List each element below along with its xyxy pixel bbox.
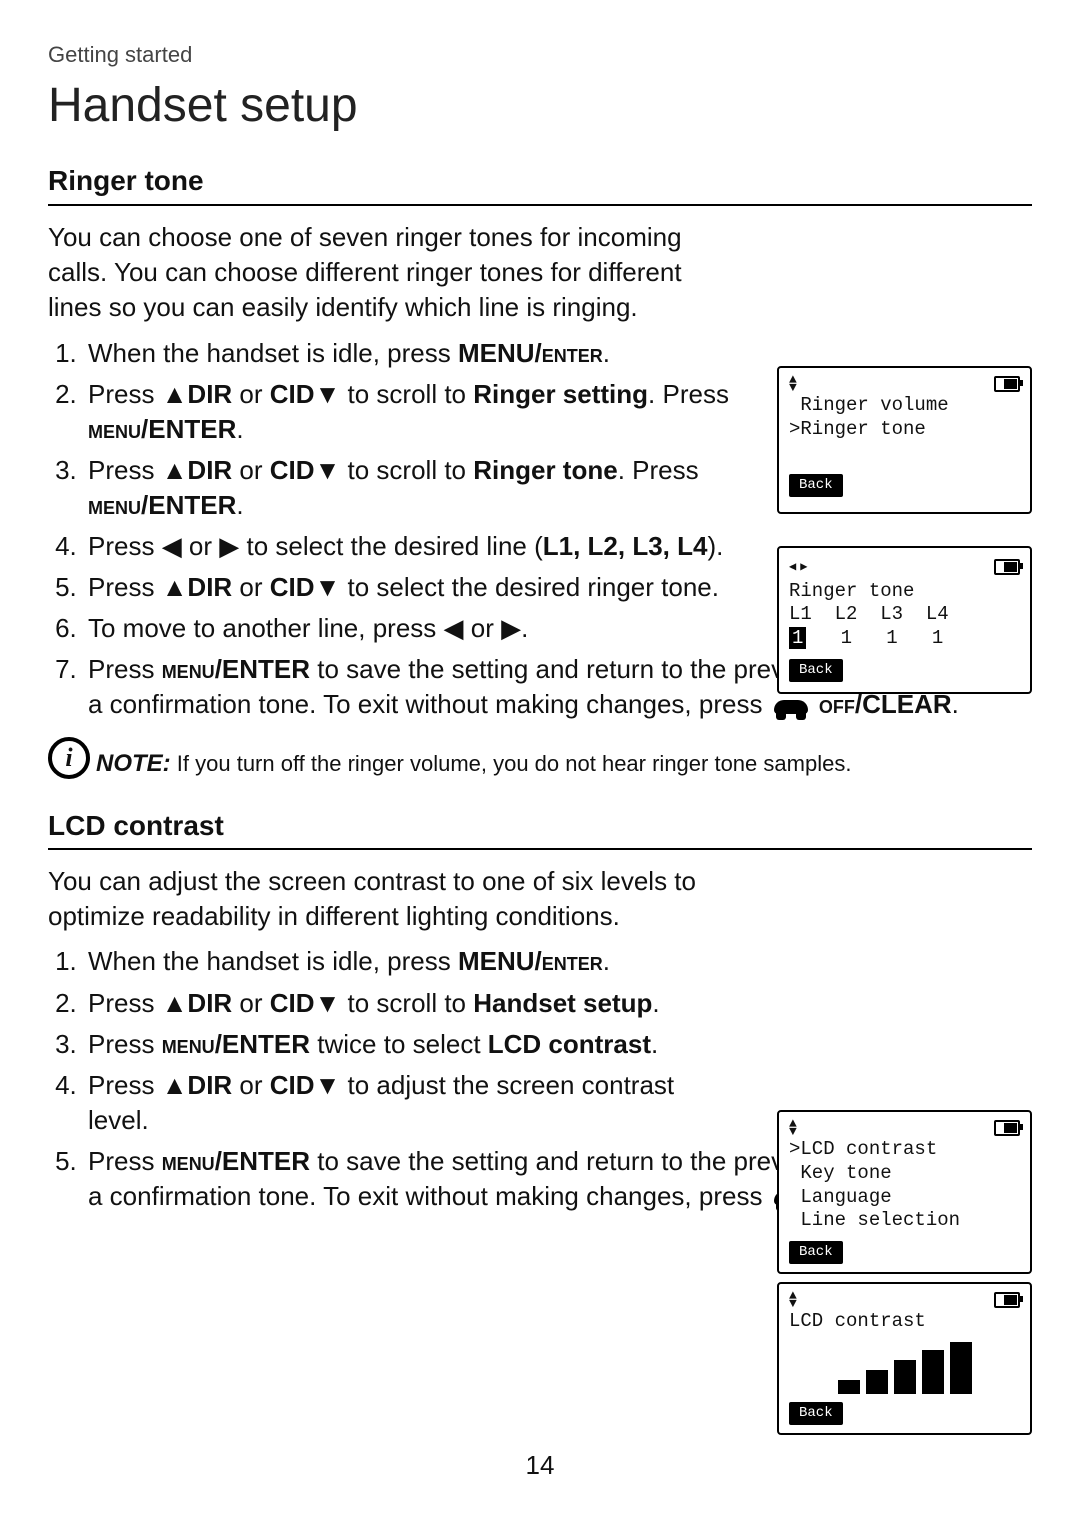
list-item: When the handset is idle, press MENU/ent…: [84, 944, 1032, 979]
triangle-up-icon: ▲: [162, 455, 188, 485]
lcd-line: Key tone: [789, 1162, 1020, 1186]
lcd-mock-ringer-menu: ▲▼ Ringer volume >Ringer tone Back: [777, 366, 1032, 514]
triangle-down-icon: ▼: [315, 1070, 341, 1100]
lcd-line: Ringer volume: [789, 394, 1020, 418]
softkey-back: Back: [789, 1402, 843, 1425]
triangle-up-icon: ▲: [162, 572, 188, 602]
triangle-down-icon: ▼: [315, 379, 341, 409]
section-heading-lcd: LCD contrast: [48, 807, 1032, 845]
triangle-up-icon: ▲: [162, 1070, 188, 1100]
lcd-line: 1 1 1 1: [789, 627, 1020, 651]
section-heading-ringer: Ringer tone: [48, 162, 1032, 200]
triangle-up-icon: ▲: [162, 379, 188, 409]
lcd-intro: You can adjust the screen contrast to on…: [48, 864, 1032, 934]
softkey-back: Back: [789, 474, 843, 497]
divider: [48, 848, 1032, 850]
contrast-bars: [789, 1340, 1020, 1394]
lcd-line: Line selection: [789, 1209, 1020, 1233]
hangup-icon: [774, 700, 808, 714]
triangle-right-icon: ▶: [501, 613, 521, 643]
list-item: Press ▲DIR or CID▼ to scroll to Handset …: [84, 986, 1032, 1021]
lcd-mock-settings-menu: ▲▼ >LCD contrast Key tone Language Line …: [777, 1110, 1032, 1274]
page-title: Handset setup: [48, 74, 1032, 139]
lcd-mock-ringer-tone: Ringer tone L1 L2 L3 L4 1 1 1 1 Back: [777, 546, 1032, 694]
triangle-down-icon: ▼: [315, 988, 341, 1018]
leftright-icon: [789, 556, 807, 578]
triangle-right-icon: ▶: [219, 531, 239, 561]
divider: [48, 204, 1032, 206]
triangle-up-icon: ▲: [162, 988, 188, 1018]
page-number: 14: [0, 1448, 1080, 1483]
triangle-left-icon: ◀: [162, 531, 182, 561]
note: i NOTE: If you turn off the ringer volum…: [48, 737, 1032, 781]
lcd-line: Language: [789, 1186, 1020, 1210]
battery-icon: [994, 559, 1020, 575]
softkey-back: Back: [789, 1241, 843, 1264]
updown-icon: ▲▼: [789, 376, 797, 392]
lcd-mock-contrast: ▲▼ LCD contrast Back: [777, 1282, 1032, 1435]
lcd-line: LCD contrast: [789, 1310, 1020, 1334]
updown-icon: ▲▼: [789, 1120, 797, 1136]
breadcrumb: Getting started: [48, 40, 1032, 70]
battery-icon: [994, 1292, 1020, 1308]
lcd-line: L1 L2 L3 L4: [789, 603, 1020, 627]
list-item: Press menu/ENTER twice to select LCD con…: [84, 1027, 1032, 1062]
triangle-down-icon: ▼: [315, 455, 341, 485]
battery-icon: [994, 1120, 1020, 1136]
updown-icon: ▲▼: [789, 1292, 797, 1308]
triangle-left-icon: ◀: [444, 613, 464, 643]
ringer-intro: You can choose one of seven ringer tones…: [48, 220, 1032, 325]
lcd-line: Ringer tone: [789, 580, 1020, 604]
info-icon: i: [48, 737, 90, 779]
triangle-down-icon: ▼: [315, 572, 341, 602]
battery-icon: [994, 376, 1020, 392]
lcd-line: >LCD contrast: [789, 1138, 1020, 1162]
lcd-line: >Ringer tone: [789, 418, 1020, 442]
softkey-back: Back: [789, 659, 843, 682]
